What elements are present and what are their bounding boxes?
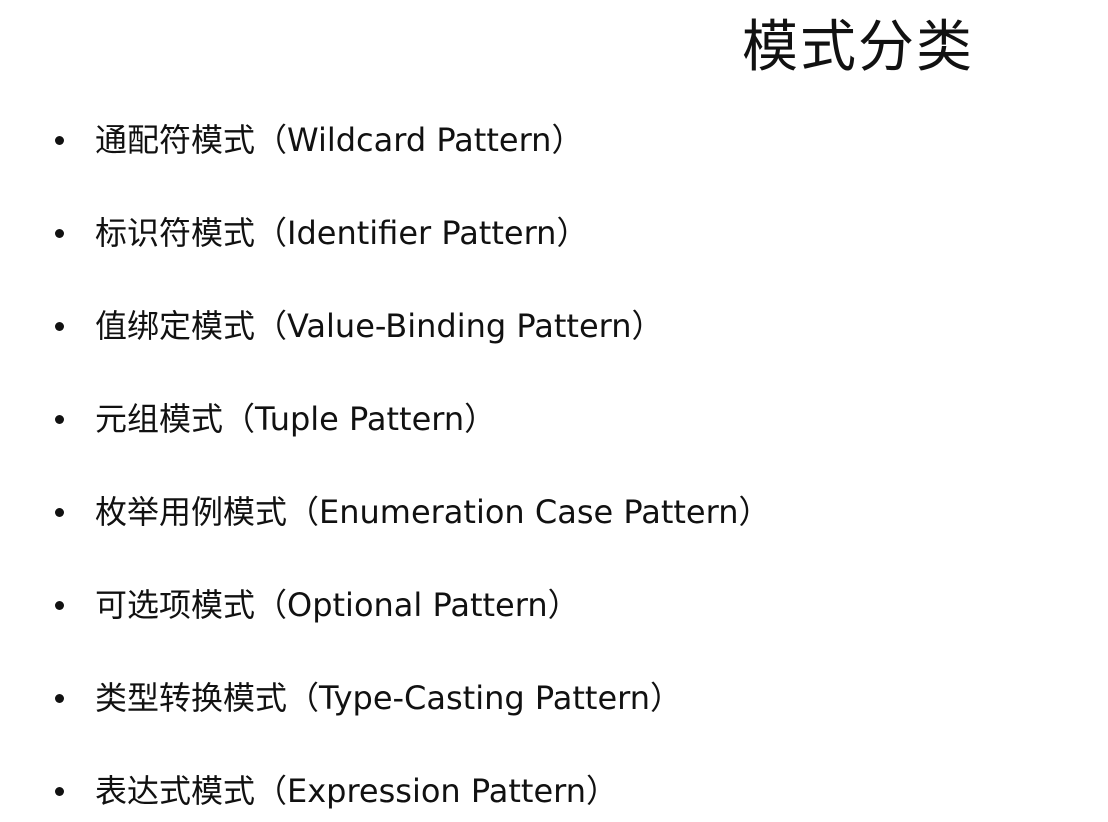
list-item: 可选项模式（Optional Pattern） — [55, 583, 580, 627]
list-item: 表达式模式（Expression Pattern） — [55, 769, 618, 813]
bullet-dot-icon — [55, 414, 64, 424]
bullet-dot-icon — [55, 693, 64, 703]
list-item: 标识符模式（Identifier Pattern） — [55, 211, 588, 255]
bullet-dot-icon — [55, 321, 64, 331]
list-item-text: 元组模式（Tuple Pattern） — [95, 400, 497, 438]
list-item: 通配符模式（Wildcard Pattern） — [55, 118, 583, 162]
list-item-text: 类型转换模式（Type-Casting Pattern） — [95, 679, 683, 717]
list-item-text: 通配符模式（Wildcard Pattern） — [95, 121, 584, 159]
list-item-text: 枚举用例模式（Enumeration Case Pattern） — [95, 493, 771, 531]
bullet-dot-icon — [55, 228, 64, 238]
slide-title: 模式分类 — [742, 15, 974, 80]
list-item-text: 可选项模式（Optional Pattern） — [95, 586, 580, 624]
list-item-text: 标识符模式（Identifier Pattern） — [95, 214, 589, 252]
list-item: 元组模式（Tuple Pattern） — [55, 397, 496, 441]
slide: 模式分类 通配符模式（Wildcard Pattern） 标识符模式（Ident… — [0, 0, 1108, 822]
bullet-dot-icon — [55, 135, 64, 145]
bullet-dot-icon — [55, 600, 64, 610]
list-item: 枚举用例模式（Enumeration Case Pattern） — [55, 490, 771, 534]
list-item: 值绑定模式（Value-Binding Pattern） — [55, 304, 664, 348]
list-item-text: 值绑定模式（Value-Binding Pattern） — [95, 307, 664, 345]
list-item-text: 表达式模式（Expression Pattern） — [95, 772, 619, 810]
bullet-dot-icon — [55, 786, 64, 796]
list-item: 类型转换模式（Type-Casting Pattern） — [55, 676, 682, 720]
bullet-dot-icon — [55, 507, 64, 517]
